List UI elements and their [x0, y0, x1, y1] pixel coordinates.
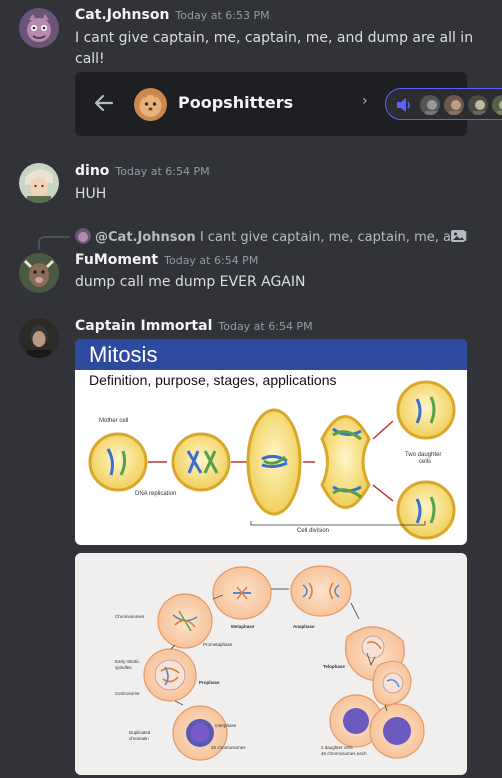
label-46-chromosomes: 46 chromosomes: [211, 745, 246, 750]
username[interactable]: FuMoment Today at 6:54 PM: [75, 252, 258, 268]
reply-avatar: [75, 228, 91, 244]
reply-username[interactable]: @Cat.Johnson: [95, 230, 196, 245]
label-two-daughter: Two daughter: [405, 452, 442, 458]
message-text: dump call me dump EVER AGAIN: [75, 274, 306, 290]
participant-avatar[interactable]: [466, 93, 490, 117]
label-daughter-cells-each: 46 chromosomes each: [321, 751, 367, 756]
timestamp: Today at 6:54 PM: [115, 165, 210, 178]
avatar[interactable]: [19, 8, 59, 48]
label-dna-replication: DNA replication: [135, 491, 177, 497]
participant-avatar[interactable]: [418, 93, 442, 117]
label-metaphase: Metaphase: [231, 624, 255, 629]
timestamp: Today at 6:54 PM: [218, 320, 313, 333]
message-fumoment: FuMoment Today at 6:54 PM dump call me du…: [0, 247, 502, 307]
message-text: HUH: [75, 186, 107, 202]
mitosis-diagram: [88, 380, 456, 540]
message-dino: dino Today at 6:54 PM HUH: [0, 155, 502, 215]
participant-avatar[interactable]: [490, 93, 502, 117]
label-mother-cell: Mother cell: [99, 418, 129, 424]
participant-avatar[interactable]: [442, 93, 466, 117]
message-text: I cant give captain, me, captain, me, an…: [75, 30, 474, 67]
mitosis-image-attachment[interactable]: Mitosis Definition, purpose, stages, app…: [75, 339, 467, 545]
reply-preview[interactable]: @Cat.Johnson I cant give captain, me, ca…: [75, 228, 470, 245]
label-chromatin: chromatin: [129, 736, 149, 741]
label-chromosomes: Chromosomes: [115, 614, 145, 619]
server-name[interactable]: Poopshitters: [178, 93, 293, 112]
label-duplicated: Duplicated: [129, 730, 151, 735]
label-cell-division: Cell division: [297, 528, 330, 534]
label-spindles: spindles: [115, 665, 132, 670]
timestamp: Today at 6:53 PM: [175, 9, 270, 22]
timestamp: Today at 6:54 PM: [164, 254, 259, 267]
username[interactable]: Cat.Johnson Today at 6:53 PM: [75, 7, 270, 23]
chevron-right-icon: ›: [362, 93, 368, 109]
avatar[interactable]: [19, 318, 59, 358]
arrow-left-icon[interactable]: [93, 92, 115, 114]
reply-text: I cant give captain, me, captain, me, an…: [199, 230, 470, 245]
label-prophase: Prophase: [199, 680, 220, 685]
label-anaphase: Anaphase: [293, 624, 315, 629]
image-icon: [451, 230, 465, 242]
label-daughter-cells: 2 daughter cells: [321, 745, 353, 750]
label-cells: cells: [419, 459, 432, 465]
label-early-spindles: Early mitotic: [115, 659, 140, 664]
username[interactable]: Captain Immortal Today at 6:54 PM: [75, 318, 313, 334]
mitosis-cycle-diagram: [143, 565, 425, 761]
message-cat-johnson: Cat.Johnson Today at 6:53 PM I cant give …: [0, 0, 502, 150]
username[interactable]: dino Today at 6:54 PM: [75, 163, 210, 179]
avatar[interactable]: [19, 253, 59, 293]
server-icon[interactable]: [134, 88, 167, 121]
label-telophase: Telophase: [323, 664, 345, 669]
voice-participants[interactable]: [385, 88, 502, 120]
speaker-icon: [397, 98, 410, 112]
label-centrosome: Centrosome: [115, 691, 140, 696]
call-embed[interactable]: Poopshitters ›: [75, 72, 502, 136]
mitosis-cycle-image-attachment[interactable]: Chromosomes Early mitotic spindles Centr…: [75, 553, 467, 775]
label-prometaphase: Prometaphase: [203, 642, 233, 647]
label-interphase: Interphase: [215, 723, 237, 728]
avatar[interactable]: [19, 163, 59, 203]
